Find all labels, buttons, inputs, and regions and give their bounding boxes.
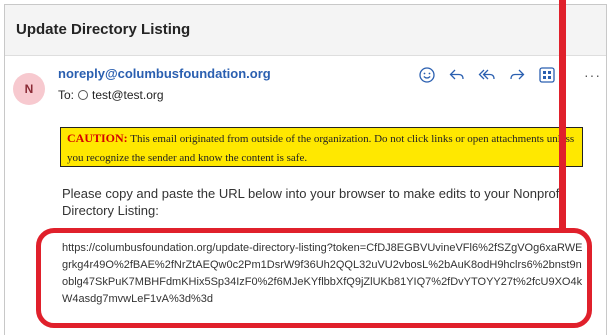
email-subject: Update Directory Listing <box>16 21 191 38</box>
email-body-text: Please copy and paste the URL below into… <box>62 186 566 218</box>
callout-highlight-box <box>36 228 592 328</box>
presence-icon <box>78 90 89 100</box>
forward-icon[interactable] <box>502 64 532 86</box>
recipient-address[interactable]: test@test.org <box>92 88 164 102</box>
apps-icon[interactable] <box>532 64 562 86</box>
emoji-icon[interactable] <box>412 64 442 86</box>
sender-address[interactable]: noreply@columbusfoundation.org <box>58 66 271 81</box>
message-actions <box>412 64 562 86</box>
caution-title: CAUTION: <box>67 131 128 145</box>
subject-bar: Update Directory Listing <box>5 5 606 56</box>
more-actions-button[interactable]: ··· <box>584 67 601 83</box>
reply-icon[interactable] <box>442 64 472 86</box>
callout-arrow-stem <box>559 0 566 228</box>
to-label: To: <box>58 88 75 102</box>
reply-all-icon[interactable] <box>472 64 502 86</box>
caution-banner: CAUTION: This email originated from outs… <box>60 127 583 167</box>
avatar[interactable]: N <box>13 73 45 105</box>
caution-text: This email originated from outside of th… <box>67 133 575 164</box>
recipient-line: To: test@test.org <box>58 88 164 102</box>
